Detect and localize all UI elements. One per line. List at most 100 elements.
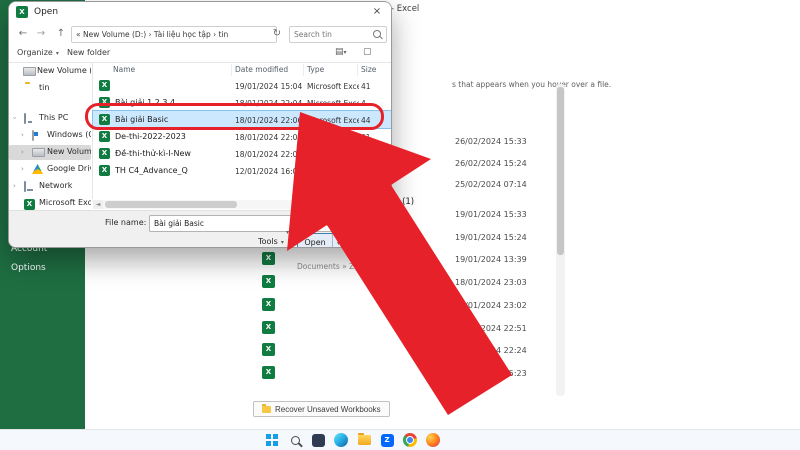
file-row[interactable]: Đề-thi-thử-kì-I-New 18/01/2024 22:03 Mic…	[93, 145, 391, 162]
recent-file-row[interactable]: 18/01/2024 22:51	[0, 320, 600, 342]
edge-icon	[334, 433, 348, 447]
close-icon[interactable]	[363, 2, 391, 22]
file-name-combo[interactable]: Bài giải Basic	[149, 215, 293, 232]
open-button-label: Open	[298, 238, 332, 247]
recent-file-row[interactable]: 18/01/2024 22:24	[0, 342, 600, 364]
new-folder-button[interactable]: New folder	[67, 48, 110, 57]
recent-file-row[interactable]: 18/01/2024 23:02	[0, 297, 600, 319]
chevron-down-icon	[337, 238, 340, 247]
tree-item-google-drive-g[interactable]: Google Drive (G	[9, 162, 91, 177]
column-divider	[303, 64, 304, 76]
scrollbar-thumb[interactable]	[557, 87, 564, 255]
organize-menu-button[interactable]: Organize	[17, 48, 59, 57]
network-icon	[24, 181, 26, 192]
excel-file-icon	[262, 321, 275, 334]
file-row[interactable]: De-thi-2022-2023 18/01/2024 22:07 Micros…	[93, 128, 391, 145]
file-date: 18/01/2024 22:07	[235, 133, 302, 142]
chevron-icon[interactable]	[13, 182, 16, 190]
tree-item-new-volume-d[interactable]: New Volume (D:	[9, 145, 91, 160]
tree-item-label: Network	[39, 181, 72, 190]
chrome-button[interactable]	[402, 432, 418, 448]
file-row[interactable]: Bài giải 1,2,3,4 18/01/2024 22:04 Micros…	[93, 94, 391, 111]
column-header-type[interactable]: Type	[307, 65, 324, 74]
chevron-expanded-icon[interactable]	[10, 117, 18, 120]
edge-button[interactable]	[333, 432, 349, 448]
organize-label: Organize	[17, 48, 53, 57]
back-button[interactable]	[15, 26, 31, 42]
horizontal-scrollbar[interactable]	[93, 200, 391, 209]
recent-file-row[interactable]: 18/01/2024 23:03	[0, 274, 600, 296]
firefox-button[interactable]	[425, 432, 441, 448]
column-header-size[interactable]: Size	[361, 65, 376, 74]
backstage-scrollbar[interactable]	[556, 84, 565, 396]
file-date: 19/01/2024 15:33	[455, 210, 527, 219]
chevron-icon[interactable]	[21, 148, 24, 156]
file-type: Microsoft Excel W...	[307, 150, 359, 159]
file-row-selected[interactable]: Bài giải Basic 18/01/2024 22:06 Microsof…	[93, 111, 391, 128]
address-breadcrumb[interactable]: « New Volume (D:) › Tài liệu học tập › t…	[71, 26, 277, 43]
chevron-icon[interactable]	[21, 131, 24, 139]
dialog-titlebar[interactable]: Open	[9, 2, 391, 22]
file-type: Microsoft Excel W...	[307, 82, 359, 91]
file-type: Microsoft Excel W...	[307, 167, 359, 176]
file-row[interactable]: 19/01/2024 15:04 Microsoft Excel W... 41	[93, 77, 391, 94]
file-date: 18/01/2024 22:04	[235, 99, 302, 108]
tree-item-windows-c[interactable]: Windows (C:)	[9, 128, 91, 143]
file-date: 18/01/2024 22:51	[455, 324, 527, 333]
zalo-button[interactable]	[379, 432, 395, 448]
search-box[interactable]	[289, 26, 387, 43]
scroll-left-icon[interactable]	[93, 200, 103, 209]
recover-unsaved-workbooks-button[interactable]: Recover Unsaved Workbooks	[253, 401, 390, 417]
forward-button[interactable]	[33, 26, 49, 42]
column-divider	[357, 64, 358, 76]
app-icon	[312, 434, 325, 447]
file-size: 44	[361, 116, 371, 125]
up-button[interactable]	[53, 26, 69, 42]
tree-item-this-pc[interactable]: This PC	[9, 111, 91, 126]
excel-file-icon	[262, 366, 275, 379]
excel-file-icon	[262, 343, 275, 356]
file-date: 26/02/2024 15:33	[455, 137, 527, 146]
file-date: 26/02/2024 15:24	[455, 159, 527, 168]
tree-item-microsoft-excel[interactable]: Microsoft Excel	[9, 196, 91, 211]
open-button[interactable]: Open	[297, 233, 345, 248]
excel-file-icon	[99, 114, 110, 125]
drive-icon	[32, 148, 45, 157]
file-type: Microsoft Excel W...	[307, 99, 359, 108]
scrollbar-thumb[interactable]	[105, 201, 237, 208]
tree-item-tin-folder[interactable]: tin	[9, 81, 91, 96]
cancel-button[interactable]: Cancel	[347, 233, 391, 248]
file-date: 18/01/2024 23:03	[455, 278, 527, 287]
taskbar-search-button[interactable]	[287, 432, 303, 448]
tree-item-label: Microsoft Excel	[39, 198, 91, 207]
recent-file-row[interactable]: Documents » Zalo Received Files 19/01/20…	[0, 251, 600, 273]
file-date: 19/01/2024 13:39	[455, 255, 527, 264]
column-header-name[interactable]: Name	[113, 65, 135, 74]
dialog-title: Open	[34, 7, 58, 17]
column-header-date-modified[interactable]: Date modified	[235, 65, 288, 74]
taskbar-app-button[interactable]	[310, 432, 326, 448]
chevron-icon[interactable]	[21, 165, 24, 173]
file-date: 19/01/2024 15:04	[235, 82, 302, 91]
start-button[interactable]	[264, 432, 280, 448]
file-type-combo[interactable]: All Excel Files	[296, 215, 388, 232]
tree-item-network[interactable]: Network	[9, 179, 91, 194]
view-options-icon[interactable]: ▤	[335, 47, 347, 57]
zalo-icon	[381, 434, 394, 447]
tree-item-new-volume-d-quick[interactable]: New Volume (D:	[9, 64, 91, 79]
screen: Account Options - Excel s that appears w…	[0, 0, 800, 450]
search-input[interactable]	[292, 27, 374, 42]
file-explorer-button[interactable]	[356, 432, 372, 448]
preview-pane-icon[interactable]: ▢	[363, 47, 372, 57]
file-explorer-icon	[358, 435, 371, 445]
recent-file-row[interactable]: 18/01/2024 15:23	[0, 365, 600, 387]
excel-file-icon	[262, 298, 275, 311]
search-icon	[291, 436, 300, 445]
file-size: 63	[361, 150, 371, 159]
tree-item-label: tin	[39, 83, 49, 92]
open-split-arrow[interactable]	[332, 234, 344, 248]
tools-menu-button[interactable]: Tools	[251, 234, 291, 248]
file-row[interactable]: TH C4_Advance_Q 12/01/2024 16:06 Microso…	[93, 162, 391, 179]
dialog-footer: File name: Bài giải Basic All Excel File…	[9, 210, 391, 248]
refresh-button[interactable]	[269, 26, 285, 42]
